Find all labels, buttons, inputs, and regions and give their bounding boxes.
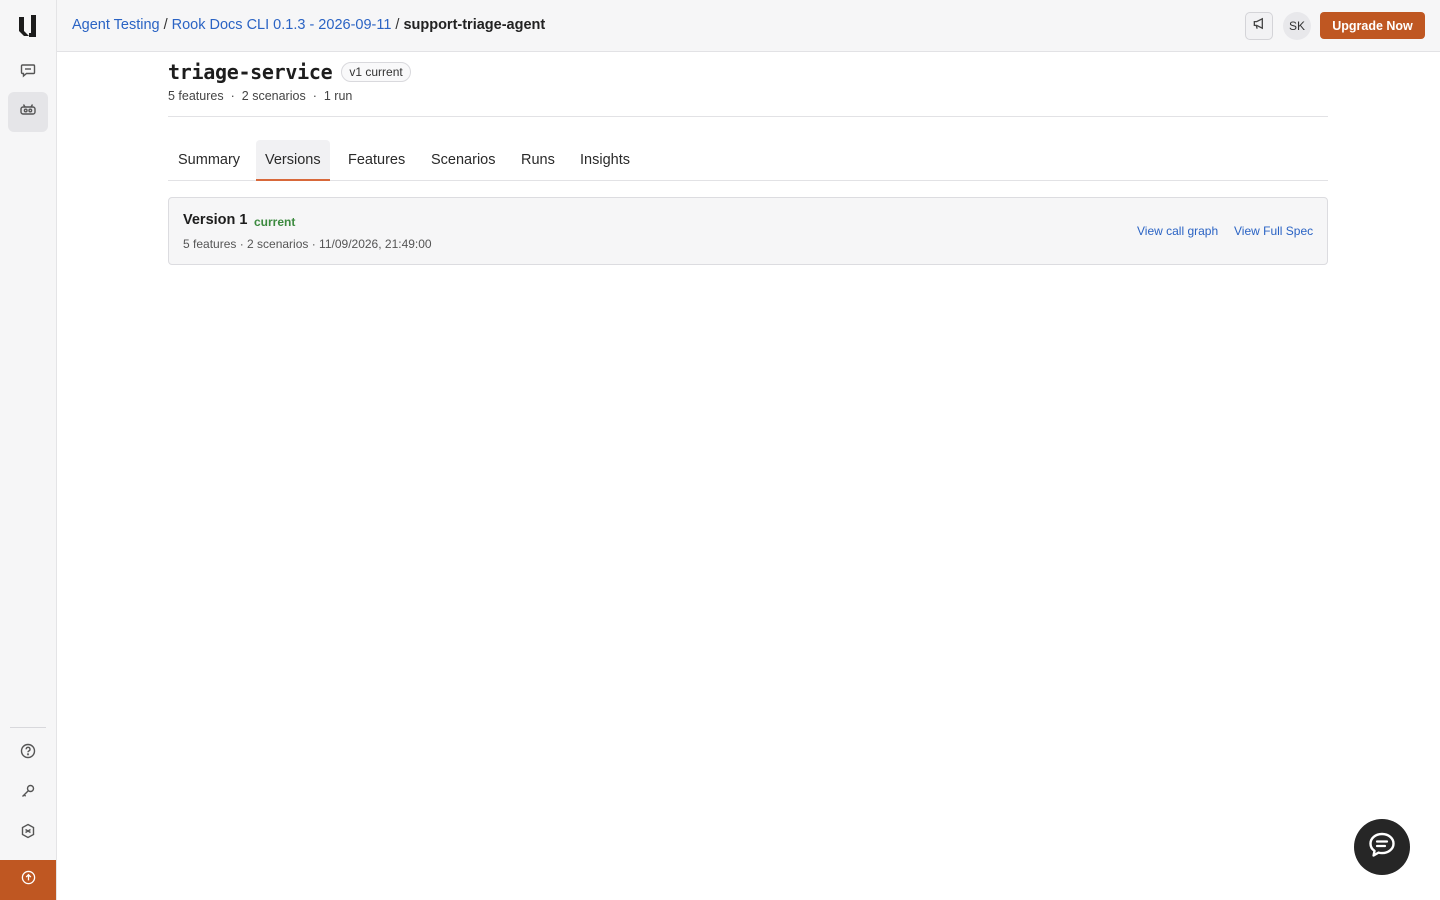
tab-scenarios[interactable]: Scenarios [422,140,504,180]
sidebar [0,0,57,900]
breadcrumb-agent-testing[interactable]: Agent Testing [72,17,160,33]
tab-bar: Summary Versions Features Scenarios Runs… [168,140,1328,181]
version-badge: v1 current [341,62,411,82]
settings-icon [20,823,36,844]
key-icon [20,783,36,804]
version-status-badge: current [254,215,296,229]
megaphone-icon [1252,16,1267,36]
meta-separator: · [230,89,235,103]
sidebar-item-settings[interactable] [8,813,48,853]
view-call-graph-link[interactable]: View call graph [1137,224,1218,238]
features-count: 5 features [168,89,224,103]
page-title: triage-service [168,60,333,84]
tab-summary[interactable]: Summary [169,140,249,180]
sidebar-item-chat[interactable] [8,52,48,92]
version-title: Version 1 [183,212,248,228]
upgrade-now-button[interactable]: Upgrade Now [1320,12,1425,39]
version-meta: 5 features · 2 scenarios · 11/09/2026, 2… [183,237,432,251]
arrow-up-circle-icon [21,870,36,890]
sidebar-item-keys[interactable] [8,773,48,813]
help-icon [20,743,36,764]
chat-bubble-icon [1367,830,1397,865]
breadcrumb: Agent Testing / Rook Docs CLI 0.1.3 - 2026… [72,17,545,33]
page-meta: 5 features · 2 scenarios · 1 run [168,89,352,103]
scenarios-count: 2 scenarios [241,89,306,103]
divider [168,116,1328,117]
tab-features[interactable]: Features [339,140,414,180]
sidebar-upgrade-button[interactable] [0,860,56,900]
sidebar-item-help[interactable] [8,733,48,773]
avatar[interactable]: SK [1283,12,1311,40]
chat-support-button[interactable] [1354,819,1410,875]
agent-icon [20,102,36,123]
tab-versions[interactable]: Versions [256,140,330,181]
chat-icon [20,62,36,83]
app-logo[interactable] [18,14,40,38]
meta-separator: · [312,89,317,103]
breadcrumb-project[interactable]: Rook Docs CLI 0.1.3 - 2026-09-11 [172,17,392,33]
announcements-button[interactable] [1245,12,1273,40]
sidebar-divider [10,727,46,728]
top-bar: Agent Testing / Rook Docs CLI 0.1.3 - 2026… [57,0,1440,52]
view-full-spec-link[interactable]: View Full Spec [1234,224,1313,238]
sidebar-item-agent-testing[interactable] [8,92,48,132]
breadcrumb-separator: / [395,17,400,33]
breadcrumb-separator: / [163,17,168,33]
runs-count: 1 run [323,89,353,103]
tab-runs[interactable]: Runs [512,140,564,180]
breadcrumb-current: support-triage-agent [403,17,546,33]
version-card: Version 1 current 5 features · 2 scenari… [168,197,1328,265]
tab-insights[interactable]: Insights [571,140,639,180]
page-header: triage-service v1 current [168,60,411,84]
